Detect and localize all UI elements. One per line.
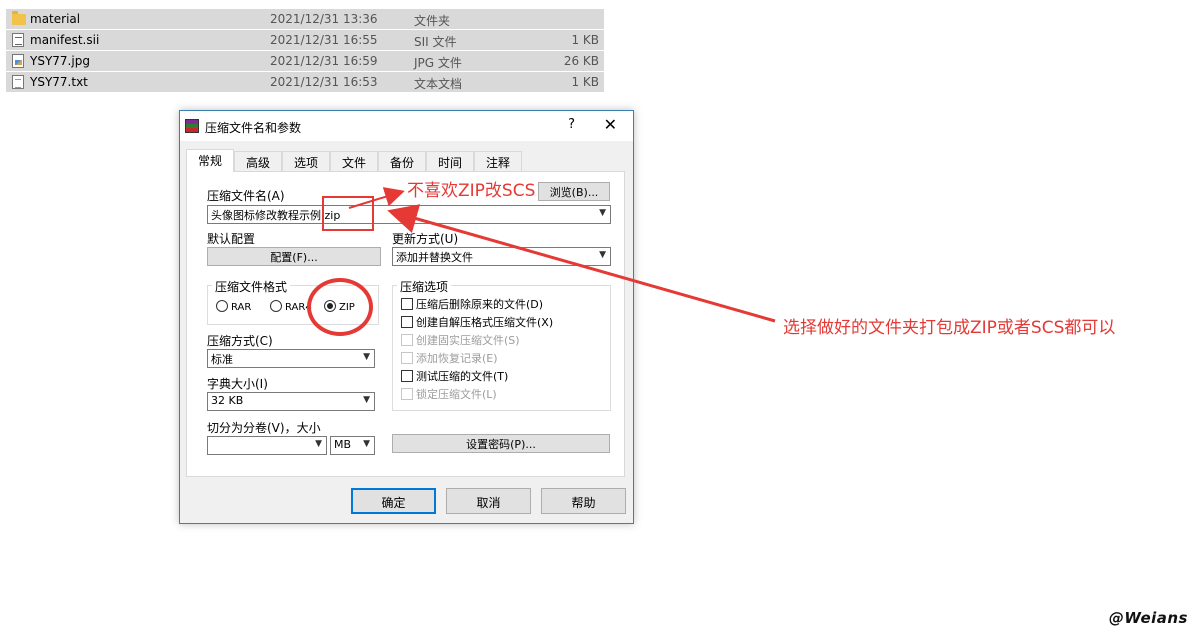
watermark: @Weians	[1108, 609, 1188, 627]
arrow-to-note	[348, 187, 405, 209]
tab-general[interactable]: 常规	[186, 149, 234, 172]
arrow-from-note	[387, 204, 776, 323]
annotation-arrows	[348, 187, 776, 323]
